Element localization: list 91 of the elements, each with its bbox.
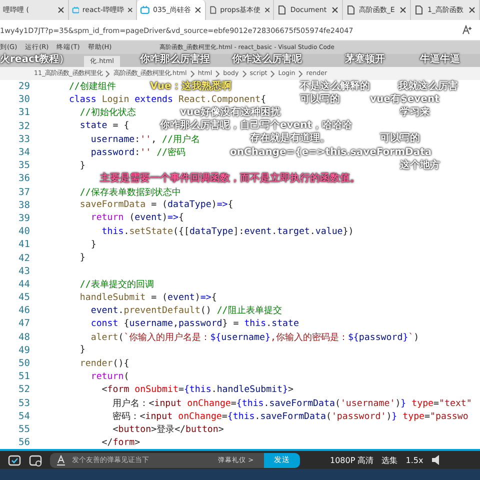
danmaku-comment: 你咋这么厉害呢 (232, 54, 302, 66)
line-number: 50 (18, 358, 31, 370)
chevron-icon (215, 70, 220, 78)
quality-button[interactable]: 1080P 高清 (330, 454, 374, 466)
line-number: 33 (18, 134, 31, 145)
line-number: 43 (18, 266, 31, 277)
text-style-icon[interactable] (56, 454, 66, 466)
code-line: //创建组件 (68, 80, 116, 94)
code-line: alert(`你输入的用户名是：${username},你输入的密码是：${password}`) (90, 332, 420, 344)
speed-button[interactable]: 1.5x (406, 456, 424, 465)
code-line: 用户名：<input onChange={this.saveFormData('username')} type="text" (112, 398, 472, 410)
line-number: 42 (18, 252, 31, 264)
chevron-icon (270, 70, 276, 78)
close-icon[interactable] (126, 6, 134, 14)
code-line: class Login extends React.Component{ (68, 94, 266, 105)
tv-icon (140, 5, 150, 15)
code-line: } (90, 240, 96, 250)
danmaku-toggle-icon[interactable] (8, 454, 21, 467)
code-line: handleSubmit = (event)=>{ (78, 292, 217, 303)
line-number: 56 (18, 437, 31, 448)
danmaku-comment: 可以写的 (380, 133, 420, 146)
code-line: //初始化状态 (78, 106, 136, 120)
document-icon (208, 5, 218, 15)
line-number: 37 (18, 186, 31, 198)
line-number: 40 (18, 226, 31, 238)
code-line: </form> (100, 438, 140, 448)
code-line: render(){ (78, 358, 130, 369)
line-number: 35 (18, 160, 31, 172)
chevron-icon (190, 70, 195, 78)
code-line: <form onSubmit={this.handleSubmit}> (100, 384, 294, 395)
code-line: this.setState({[dataType]:event.target.value}) (100, 226, 354, 237)
code-line: return( (90, 372, 130, 382)
danmaku-comment: 不是这么解释的 (300, 80, 370, 92)
line-number: 45 (18, 292, 31, 304)
chevron-icon (242, 70, 247, 78)
line-number: 54 (18, 410, 31, 422)
line-number: 39 (18, 212, 31, 224)
line-number: 32 (18, 120, 31, 132)
danmaku-comment: 主要是需要一个事件回调函数，而不是立即执行的函数值。 (100, 172, 360, 185)
close-icon[interactable] (56, 6, 65, 14)
code-line: event.preventDefault() //阻止表单提交 (90, 304, 282, 318)
danmaku-comment: Vue：这我熟悉啊 (150, 80, 232, 92)
code-line: //保存表单数据到状态中 (78, 186, 181, 199)
line-number: 47 (18, 318, 31, 330)
line-number: 34 (18, 147, 31, 158)
close-icon[interactable] (194, 6, 202, 14)
line-number: 52 (18, 384, 31, 396)
code-line: const {username,password} = this.state (90, 318, 299, 329)
line-number: 38 (18, 200, 31, 211)
chevron-icon (105, 70, 110, 78)
line-number: 31 (18, 107, 31, 118)
line-number: 53 (18, 398, 31, 409)
code-line: saveFormData = (dataType)=>{ (78, 200, 234, 210)
line-number: 30 (18, 94, 31, 106)
code-line: return (event)=>{ (90, 213, 184, 224)
chevron-icon (298, 70, 304, 78)
document-icon (346, 5, 356, 15)
code-line: 密码：<input onChange={this.saveFormData('password')} type="passwo (112, 410, 468, 423)
close-icon[interactable] (468, 6, 476, 14)
code-line: } (78, 160, 86, 171)
code-line: state = { (78, 121, 130, 132)
line-number: 51 (18, 371, 31, 382)
danmaku-comment: 我就这么厉害 (398, 80, 458, 92)
code-line: //表单提交的回调 (78, 278, 154, 291)
danmaku-comment: 牛逼牛逼 (420, 54, 460, 66)
read-aloud-icon[interactable] (462, 25, 472, 35)
episodes-button[interactable]: 选集 (382, 454, 398, 466)
document-icon (277, 5, 288, 15)
document-icon (414, 5, 424, 15)
danmaku-comment: 你咋那么厉害捏 (140, 54, 210, 66)
danmaku-settings-icon[interactable] (29, 454, 42, 467)
code-line: password:'' //密码 (90, 146, 186, 160)
close-icon[interactable] (264, 6, 270, 14)
danmaku-comment: 火react教程） (0, 54, 70, 66)
code-line: username:'', //用户名 (90, 134, 200, 146)
line-number: 29 (18, 81, 31, 92)
line-number: 41 (18, 239, 31, 250)
line-number: 46 (18, 305, 31, 316)
line-number: 48 (18, 332, 31, 343)
tv-icon (72, 5, 80, 15)
line-number: 44 (18, 278, 31, 290)
line-number: 36 (18, 173, 31, 184)
line-number: 49 (18, 344, 31, 356)
code-line: } (78, 253, 86, 264)
danmaku-comment: 茅塞顿开 (345, 54, 385, 66)
code-line: } (78, 345, 86, 356)
close-icon[interactable] (399, 6, 408, 14)
volume-icon[interactable] (431, 454, 440, 466)
line-number: 55 (18, 424, 31, 435)
code-line: <button>登录</button> (112, 424, 224, 436)
close-icon[interactable] (330, 6, 339, 14)
